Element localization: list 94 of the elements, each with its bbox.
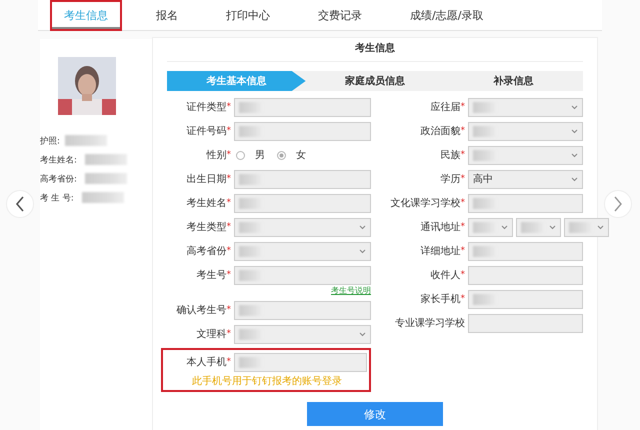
select-field[interactable] <box>468 146 583 164</box>
chevron-right-icon <box>613 196 623 212</box>
required-mark: * <box>226 357 231 367</box>
input-field[interactable] <box>468 314 583 332</box>
profile-label: 考生姓名: <box>40 154 77 166</box>
step-tab[interactable]: 家庭成员信息 <box>306 71 444 91</box>
field-label: 收件人 <box>430 269 460 282</box>
radio-button[interactable] <box>236 150 245 160</box>
field-label: 证件号码 <box>186 125 226 138</box>
field-label: 考生姓名 <box>186 196 226 210</box>
chevron-down-icon <box>359 248 366 254</box>
field-label: 家长手机 <box>420 292 460 306</box>
chevron-down-icon <box>359 332 366 336</box>
required-mark: * <box>460 174 465 184</box>
field-label: 应往届 <box>430 100 460 114</box>
input-field[interactable] <box>234 194 371 212</box>
required-mark: * <box>226 246 231 256</box>
chevron-down-icon <box>501 224 508 230</box>
select-field[interactable] <box>234 242 371 260</box>
field-label: 高考省份 <box>186 244 226 258</box>
required-mark: * <box>460 126 465 136</box>
required-mark: * <box>460 270 465 280</box>
field-label: 考生类型 <box>186 220 226 234</box>
select-field[interactable]: 高中 <box>468 170 583 188</box>
required-mark: * <box>226 270 231 280</box>
required-mark: * <box>460 198 465 208</box>
profile-label: 护照: <box>40 135 60 146</box>
field-label: 通讯地址 <box>420 220 460 234</box>
field-label: 本人手机 <box>186 356 226 369</box>
field-label: 政治面貌 <box>420 125 460 138</box>
required-mark: * <box>226 222 231 232</box>
required-mark: * <box>460 246 465 256</box>
select-field[interactable] <box>516 218 561 236</box>
select-field[interactable] <box>564 218 609 236</box>
required-mark: * <box>226 329 231 339</box>
field-label: 专业课学习学校 <box>395 316 465 330</box>
select-field[interactable] <box>234 324 371 344</box>
input-field[interactable] <box>234 122 371 140</box>
field-label: 详细地址 <box>420 244 460 258</box>
nav-tab[interactable]: 交费记录 <box>304 0 376 30</box>
chevron-down-icon <box>571 176 578 182</box>
required-mark: * <box>226 150 231 160</box>
nav-tab[interactable]: 成绩/志愿/录取 <box>396 0 498 30</box>
previous-button[interactable] <box>6 190 34 218</box>
help-link[interactable]: 考生号说明 <box>331 285 371 296</box>
nav-tab[interactable]: 报名 <box>142 0 192 30</box>
input-field[interactable] <box>468 242 583 260</box>
radio-label: 女 <box>296 149 306 162</box>
input-field[interactable] <box>468 290 583 308</box>
select-field[interactable] <box>468 122 583 140</box>
required-mark: * <box>460 102 465 112</box>
input-field[interactable] <box>234 266 371 284</box>
chevron-down-icon <box>571 152 578 158</box>
chevron-down-icon <box>571 104 578 110</box>
required-mark: * <box>460 222 465 232</box>
chevron-down-icon <box>549 224 556 230</box>
profile-label: 考 生 号: <box>40 192 74 204</box>
chevron-down-icon <box>597 224 604 230</box>
field-label: 出生日期 <box>186 172 226 186</box>
field-label: 民族 <box>440 148 460 162</box>
input-field[interactable] <box>234 300 371 320</box>
nav-tab[interactable]: 打印中心 <box>212 0 284 30</box>
required-mark: * <box>226 102 231 112</box>
select-field[interactable] <box>234 218 371 236</box>
required-mark: * <box>460 294 465 304</box>
required-mark: * <box>226 305 231 315</box>
required-mark: * <box>226 126 231 136</box>
next-button[interactable] <box>604 190 632 218</box>
hint-text: 此手机号用于钉钉报考的账号登录 <box>191 374 343 388</box>
input-field[interactable] <box>234 98 371 116</box>
chevron-left-icon <box>15 196 25 212</box>
required-mark: * <box>226 198 231 208</box>
input-field[interactable] <box>468 194 583 212</box>
required-mark: * <box>460 150 465 160</box>
chevron-down-icon <box>359 224 366 230</box>
select-field[interactable] <box>468 218 513 236</box>
panel-title: 考生信息 <box>167 38 583 62</box>
input-field[interactable] <box>234 170 371 188</box>
field-label: 文理科 <box>196 328 226 341</box>
step-tab[interactable]: 补录信息 <box>444 71 584 91</box>
input-field[interactable] <box>234 352 367 372</box>
select-field[interactable] <box>468 98 583 116</box>
field-label: 考生号 <box>196 268 226 282</box>
profile-label: 高考省份: <box>40 173 77 184</box>
field-label: 学历 <box>440 173 460 186</box>
field-label: 确认考生号 <box>176 304 226 317</box>
field-label: 证件类型 <box>186 100 226 114</box>
field-label: 文化课学习学校 <box>390 196 460 210</box>
required-mark: * <box>226 174 231 184</box>
radio-label: 男 <box>255 149 265 162</box>
radio-button[interactable] <box>277 150 286 160</box>
field-label: 性别 <box>206 148 226 162</box>
chevron-down-icon <box>571 128 578 134</box>
input-field[interactable] <box>468 266 583 284</box>
